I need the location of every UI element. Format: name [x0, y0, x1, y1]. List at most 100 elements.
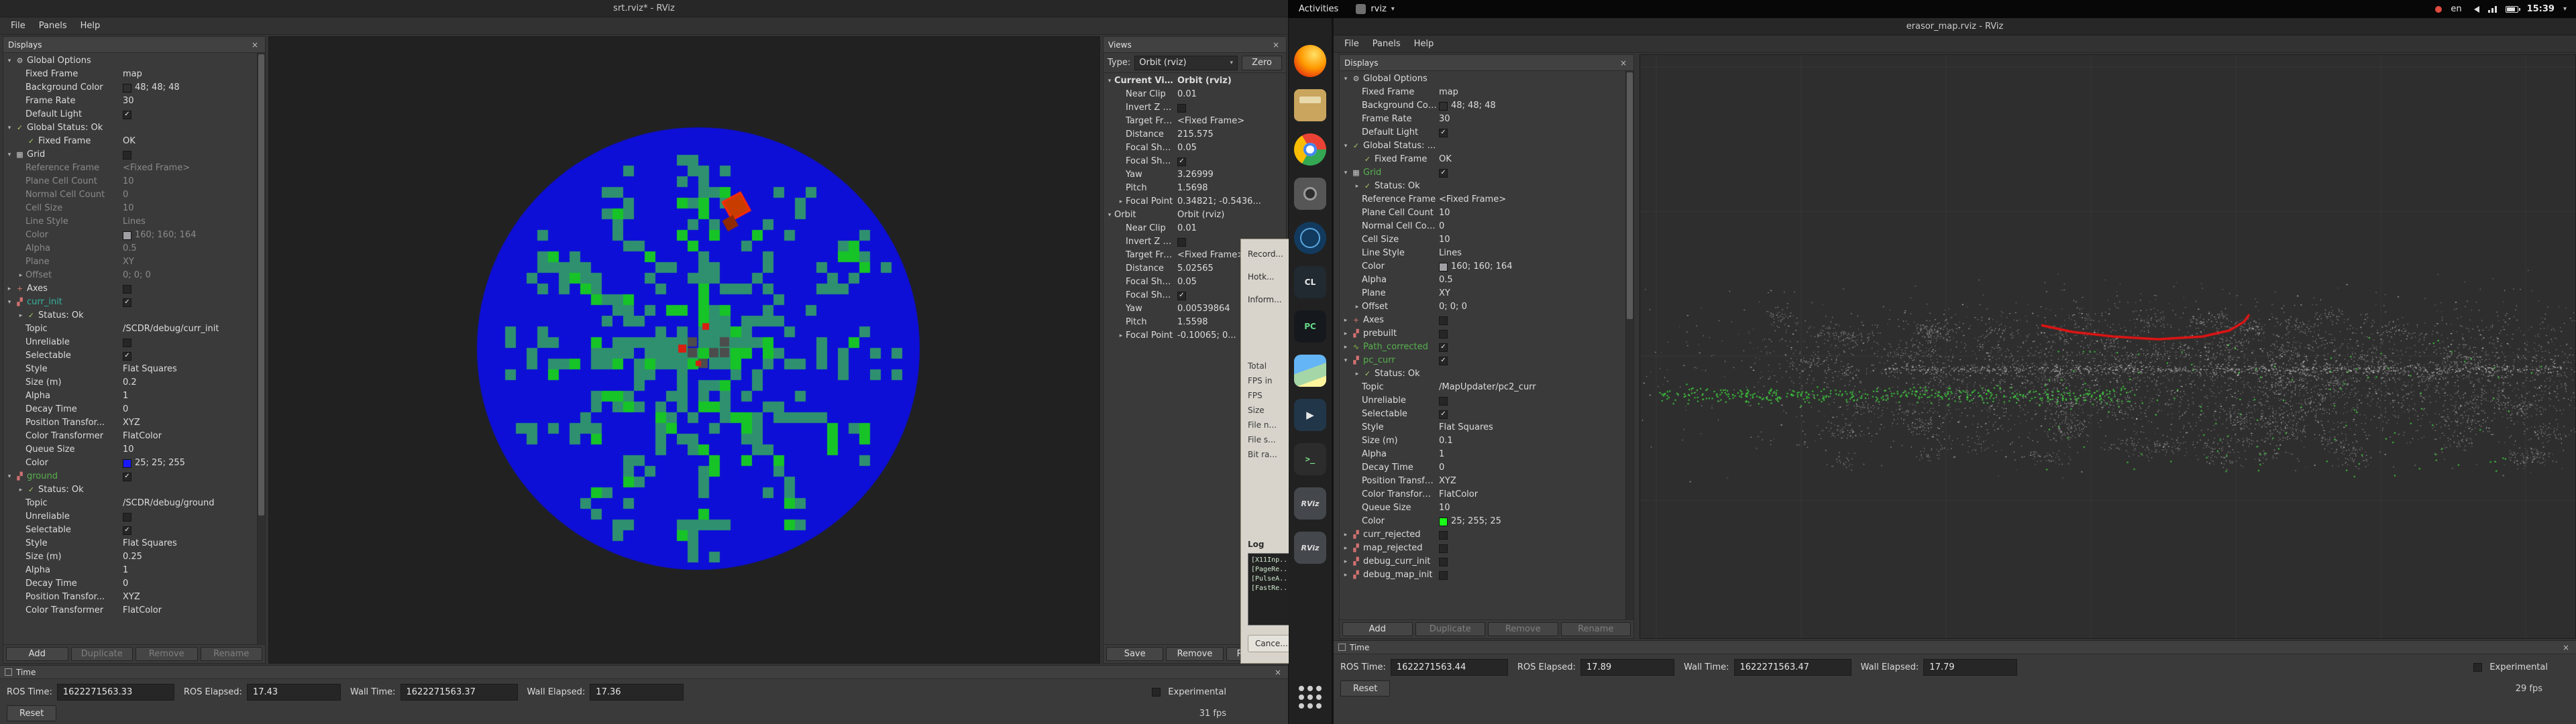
tree-row[interactable]: ▾✓Global Status: Ok: [3, 121, 256, 135]
expander-icon[interactable]: ▾: [5, 54, 14, 68]
activities-button[interactable]: Activities: [1288, 4, 1349, 14]
tree-row[interactable]: Near Clip0.01: [1104, 222, 1277, 235]
tree-row[interactable]: ▸+Axes: [1340, 314, 1624, 327]
right-viewport-canvas[interactable]: [1640, 55, 2575, 638]
tree-row[interactable]: Pitch1.5698: [1104, 182, 1277, 195]
tree-row[interactable]: ▸✓Status: Ok: [1340, 180, 1624, 193]
tree-row[interactable]: Invert Z Axis: [1104, 101, 1277, 115]
row-checkbox[interactable]: [1177, 104, 1186, 113]
expander-icon[interactable]: ▸: [16, 483, 25, 497]
battery-icon[interactable]: [2506, 6, 2518, 13]
row-checkbox[interactable]: [1177, 158, 1186, 166]
row-checkbox[interactable]: [1439, 544, 1448, 553]
dock-terminal-icon[interactable]: >_: [1294, 443, 1326, 475]
cancel-button[interactable]: Cance...: [1248, 635, 1289, 652]
tree-row[interactable]: ▸▞prebuilt: [1340, 327, 1624, 341]
time-field-value[interactable]: [590, 684, 684, 701]
remove-button[interactable]: Remove: [1488, 622, 1558, 636]
expander-icon[interactable]: ▾: [1341, 139, 1350, 153]
expander-icon[interactable]: ▸: [1341, 568, 1350, 582]
close-icon[interactable]: ×: [1271, 40, 1281, 50]
row-checkbox[interactable]: [123, 352, 131, 361]
tree-row[interactable]: ▸Offset0; 0; 0: [3, 269, 256, 282]
tree-row[interactable]: Alpha0.5: [1340, 274, 1624, 287]
tree-row[interactable]: Cell Size10: [3, 202, 256, 215]
menu-panels[interactable]: Panels: [1366, 37, 1407, 51]
tree-row[interactable]: ▸Focal Point0.34821; -0.5436...: [1104, 195, 1277, 208]
expander-icon[interactable]: ▾: [1105, 74, 1114, 88]
tree-row[interactable]: Position Transfor...XYZ: [3, 416, 256, 430]
dock-pc-app-icon[interactable]: PC: [1294, 310, 1326, 343]
row-checkbox[interactable]: [1439, 558, 1448, 566]
rename-button[interactable]: Rename: [201, 647, 263, 661]
recorder-log-box[interactable]: [X11Inp...[PageRe...[PulseA...[FastRe...: [1248, 553, 1289, 625]
tree-row[interactable]: Distance215.575: [1104, 128, 1277, 141]
tree-row[interactable]: ▾⚙Global Options: [1340, 72, 1624, 86]
row-checkbox[interactable]: [1439, 343, 1448, 352]
save-button[interactable]: Save: [1106, 647, 1163, 661]
expander-icon[interactable]: ▸: [1341, 528, 1350, 542]
time-field-value[interactable]: [247, 684, 341, 701]
tree-row[interactable]: Plane Cell Count10: [1340, 206, 1624, 220]
menu-file[interactable]: File: [1338, 37, 1366, 51]
left-time-header[interactable]: Time ×: [0, 666, 1288, 679]
add-button[interactable]: Add: [1342, 622, 1413, 636]
tree-row[interactable]: ▸▞map_rejected: [1340, 542, 1624, 555]
tree-row[interactable]: ▸Offset0; 0; 0: [1340, 300, 1624, 314]
tree-row[interactable]: Default Light: [3, 108, 256, 121]
time-field-value[interactable]: [400, 684, 518, 701]
expander-icon[interactable]: ▸: [16, 269, 25, 282]
expander-icon[interactable]: ▸: [1116, 195, 1126, 208]
close-icon[interactable]: ×: [1618, 58, 1629, 68]
tree-row[interactable]: Color25; 25; 255: [3, 457, 256, 470]
tree-row[interactable]: Topic/SCDR/debug/curr_init: [3, 322, 256, 336]
recording-indicator-icon[interactable]: [2435, 6, 2442, 13]
tree-row[interactable]: ▾Current ViewOrbit (rviz): [1104, 74, 1277, 88]
reset-button[interactable]: Reset: [1340, 680, 1390, 697]
tree-row[interactable]: ▾▦Grid: [1340, 166, 1624, 180]
row-checkbox[interactable]: [1439, 410, 1448, 419]
tree-row[interactable]: ▾OrbitOrbit (rviz): [1104, 208, 1277, 222]
expander-icon[interactable]: ▸: [1352, 367, 1362, 381]
expander-icon[interactable]: ▸: [1341, 542, 1350, 555]
tree-row[interactable]: ▸∿Path_corrected: [1340, 341, 1624, 354]
float-icon[interactable]: [5, 668, 12, 676]
tree-row[interactable]: ▾▞curr_init: [3, 296, 256, 309]
expander-icon[interactable]: ▸: [1116, 329, 1126, 343]
row-checkbox[interactable]: [123, 513, 131, 522]
row-checkbox[interactable]: [123, 298, 131, 307]
expander-icon[interactable]: ▾: [1341, 72, 1350, 86]
reset-button[interactable]: Reset: [7, 705, 56, 721]
tree-row[interactable]: Color TransformerFlatColor: [3, 604, 256, 617]
row-checkbox[interactable]: [1177, 292, 1186, 300]
experimental-checkbox[interactable]: [1152, 688, 1161, 697]
tree-row[interactable]: Plane Cell Count10: [3, 175, 256, 188]
tree-row[interactable]: ▸✓Status: Ok: [3, 483, 256, 497]
right-titlebar[interactable]: erasor_map.rviz - RViz: [1334, 18, 2576, 36]
tree-row[interactable]: Reference Frame<Fixed Frame>: [1340, 193, 1624, 206]
tree-row[interactable]: Yaw3.26999: [1104, 168, 1277, 182]
tree-row[interactable]: Focal Shap...: [1104, 155, 1277, 168]
tree-row[interactable]: Default Light: [1340, 126, 1624, 139]
tree-row[interactable]: StyleFlat Squares: [1340, 421, 1624, 434]
dock-rviz-1-icon[interactable]: RViz: [1294, 487, 1326, 520]
tree-row[interactable]: StyleFlat Squares: [3, 363, 256, 376]
time-field-value[interactable]: [1391, 659, 1508, 676]
left-viewport-canvas[interactable]: [269, 37, 1099, 663]
dock-cl-app-icon[interactable]: CL: [1294, 266, 1326, 298]
tree-row[interactable]: ✓Fixed FrameOK: [3, 135, 256, 148]
expander-icon[interactable]: ▸: [16, 309, 25, 322]
view-type-combobox[interactable]: Orbit (rviz) ▾: [1134, 56, 1238, 70]
tree-row[interactable]: ✓Fixed FrameOK: [1340, 153, 1624, 166]
tree-row[interactable]: ▾▦Grid: [3, 148, 256, 162]
left-displays-scrollbar[interactable]: [257, 53, 265, 644]
menu-help[interactable]: Help: [74, 19, 107, 33]
expander-icon[interactable]: ▾: [5, 296, 14, 309]
tree-row[interactable]: Line StyleLines: [3, 215, 256, 229]
expander-icon[interactable]: ▸: [1341, 314, 1350, 327]
zero-button[interactable]: Zero: [1242, 56, 1282, 70]
time-field-value[interactable]: [1734, 659, 1851, 676]
tree-row[interactable]: ▸▞debug_curr_init: [1340, 555, 1624, 568]
tree-row[interactable]: Background Color48; 48; 48: [3, 81, 256, 95]
tree-row[interactable]: Unreliable: [1340, 394, 1624, 408]
